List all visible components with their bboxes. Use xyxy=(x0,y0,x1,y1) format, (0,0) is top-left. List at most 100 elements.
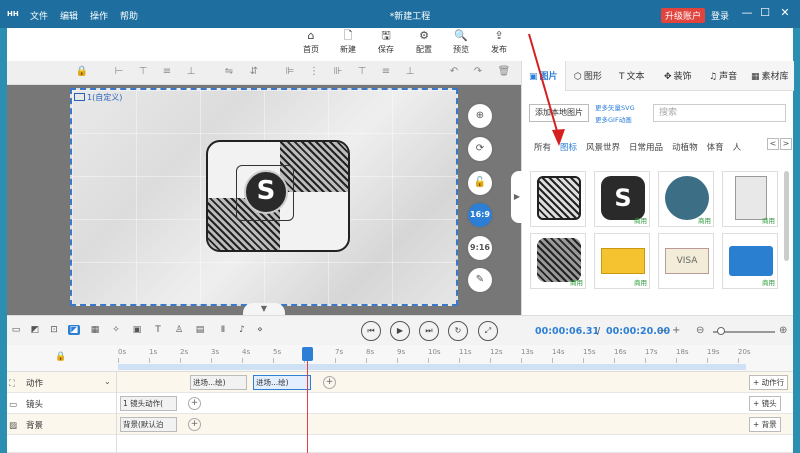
asset-thumb-printer[interactable]: 商用 xyxy=(658,171,714,227)
tab-sound[interactable]: ♫ 声音 xyxy=(709,69,737,82)
playhead-handle[interactable] xyxy=(302,347,313,361)
timeline-ruler[interactable]: 🔒 0s1s2s3s4s5s6s7s8s9s10s11s12s13s14s15s… xyxy=(7,345,793,372)
align-left-icon[interactable]: ⊢ xyxy=(112,66,126,77)
ratio-16-9-button[interactable]: 16:9 xyxy=(468,203,492,227)
collapse-panel-toggle[interactable]: ▶ xyxy=(511,171,523,223)
add-action-row-button[interactable]: + 动作行 xyxy=(749,375,789,390)
menu-file[interactable]: 文件 xyxy=(30,9,48,22)
grid-icon[interactable]: ▦ xyxy=(89,325,101,335)
edit-button[interactable]: ✎ xyxy=(468,268,492,292)
redo-icon[interactable]: ↷ xyxy=(471,66,485,77)
preview-button[interactable]: 🔍 预览 xyxy=(443,29,479,55)
transition-icon[interactable]: ⋄ xyxy=(254,325,266,335)
close-button[interactable]: ✕ xyxy=(778,6,792,19)
add-camera-button[interactable]: + 镜头 xyxy=(749,396,781,411)
distribute-bottom-icon[interactable]: ⊥ xyxy=(403,66,417,77)
distribute-top-icon[interactable]: ⊤ xyxy=(355,66,369,77)
flip-horizontal-icon[interactable]: ⇋ xyxy=(222,66,236,77)
menu-edit[interactable]: 编辑 xyxy=(60,9,78,22)
asset-thumb-mail[interactable]: 商用 xyxy=(594,233,650,289)
category-next-button[interactable]: > xyxy=(780,138,792,150)
chevron-down-icon[interactable]: ⌄ xyxy=(104,377,111,386)
magic-icon[interactable]: ✧ xyxy=(110,325,122,335)
zoom-out-icon[interactable]: ⊖ xyxy=(696,325,704,336)
fullscreen-button[interactable]: ⤢ xyxy=(478,321,498,341)
stage-canvas[interactable]: 1(自定义) S xyxy=(70,88,458,306)
skype-logo-image[interactable]: S xyxy=(206,140,350,252)
screenshot-button[interactable]: ⊕ xyxy=(468,104,492,128)
add-background-clip-button[interactable]: + xyxy=(188,418,201,431)
minimize-button[interactable]: — xyxy=(740,6,754,19)
more-svg-link[interactable]: 更多矢量SVG xyxy=(595,102,635,112)
distribute-center-icon[interactable]: ⋮ xyxy=(307,66,321,77)
lock-stage-button[interactable]: 🔓 xyxy=(468,171,492,195)
decrease-duration-button[interactable]: — xyxy=(658,325,668,336)
asset-thumb-apple[interactable]: 商用 xyxy=(530,233,586,289)
asset-scrollbar[interactable] xyxy=(784,171,789,261)
play-button[interactable]: ▶ xyxy=(390,321,410,341)
tab-shape[interactable]: ⬡ 图形 xyxy=(574,69,602,82)
menu-operate[interactable]: 操作 xyxy=(90,9,108,22)
increase-duration-button[interactable]: + xyxy=(672,325,680,336)
menu-help[interactable]: 帮助 xyxy=(120,9,138,22)
asset-search-input[interactable]: 搜索 xyxy=(653,104,786,122)
distribute-left-icon[interactable]: ⊫ xyxy=(283,66,297,77)
more-gif-link[interactable]: 更多GIF动画 xyxy=(595,114,632,124)
skip-end-button[interactable]: ⏭ xyxy=(419,321,439,341)
loop-button[interactable]: ↻ xyxy=(448,321,468,341)
media-icon[interactable]: ▤ xyxy=(194,325,206,335)
asset-thumb-folder[interactable]: 商用 xyxy=(722,233,778,289)
align-bottom-icon[interactable]: ⊥ xyxy=(184,66,198,77)
tab-decoration[interactable]: ✥ 装饰 xyxy=(664,69,692,82)
add-action-clip-button[interactable]: + xyxy=(323,376,336,389)
home-button[interactable]: ⌂ 首页 xyxy=(293,29,329,55)
background-clip[interactable]: 背景(默认泊 xyxy=(120,417,177,432)
distribute-middle-icon[interactable]: ≡ xyxy=(379,66,393,77)
category-scenery[interactable]: 风景世界 xyxy=(586,141,620,153)
person-icon[interactable]: ♙ xyxy=(173,325,185,335)
screen-icon[interactable]: ▭ xyxy=(10,325,22,335)
image-icon[interactable]: ▣ xyxy=(131,325,143,335)
save-button[interactable]: 🖫 保存 xyxy=(368,29,404,55)
category-daily[interactable]: 日常用品 xyxy=(629,141,663,153)
category-people[interactable]: 人 xyxy=(733,141,742,153)
undo-icon[interactable]: ↶ xyxy=(447,66,461,77)
align-top-icon[interactable]: ⊤ xyxy=(136,66,150,77)
add-camera-clip-button[interactable]: + xyxy=(188,397,201,410)
new-button[interactable]: 🗋 新建 xyxy=(330,29,366,55)
category-prev-button[interactable]: < xyxy=(767,138,779,150)
add-background-button[interactable]: + 背景 xyxy=(749,417,781,432)
delete-icon[interactable]: 🗑 xyxy=(497,66,511,77)
reset-view-button[interactable]: ⟳ xyxy=(468,137,492,161)
subtitle-icon[interactable]: Ⅱ xyxy=(217,325,229,335)
edit-frame-icon[interactable]: ◩ xyxy=(29,325,41,335)
skip-start-button[interactable]: ⏮ xyxy=(361,321,381,341)
zoom-in-icon[interactable]: ⊕ xyxy=(779,325,787,336)
upgrade-account-button[interactable]: 升级账户 xyxy=(661,8,706,23)
action-clip-selected[interactable]: 进场...绘) xyxy=(253,375,311,390)
category-sports[interactable]: 体育 xyxy=(707,141,724,153)
collapse-timeline-toggle[interactable]: ▼ xyxy=(243,303,285,315)
category-animals-plants[interactable]: 动植物 xyxy=(672,141,698,153)
tab-library[interactable]: ▦ 素材库 xyxy=(751,69,789,82)
camera-clip[interactable]: 1 镜头动作( xyxy=(120,396,177,411)
ratio-9-16-button[interactable]: 9:16 xyxy=(468,236,492,260)
action-clip[interactable]: 进场...绘) xyxy=(190,375,247,390)
asset-thumb-spreadsheet[interactable]: 商用 xyxy=(722,171,778,227)
text-icon[interactable]: T xyxy=(152,325,164,335)
flip-vertical-icon[interactable]: ⇵ xyxy=(247,66,261,77)
crop-icon[interactable]: ⊡ xyxy=(48,325,60,335)
align-center-icon[interactable]: ≡ xyxy=(160,66,174,77)
maximize-button[interactable]: ☐ xyxy=(758,6,772,19)
asset-thumb-visa[interactable]: VISA xyxy=(658,233,714,289)
tab-text[interactable]: T 文本 xyxy=(619,69,645,82)
lock-icon[interactable]: 🔒 xyxy=(75,66,89,77)
asset-thumb-skype[interactable]: S 商用 xyxy=(594,171,650,227)
login-button[interactable]: 登录 xyxy=(711,9,729,22)
distribute-right-icon[interactable]: ⊪ xyxy=(331,66,345,77)
track-lock-icon[interactable]: 🔒 xyxy=(55,352,66,362)
config-button[interactable]: ⚙ 配置 xyxy=(406,29,442,55)
asset-thumb-skype-hatched[interactable] xyxy=(530,171,586,227)
microphone-icon[interactable]: ♪ xyxy=(236,325,248,335)
zoom-slider-knob[interactable] xyxy=(717,327,725,335)
